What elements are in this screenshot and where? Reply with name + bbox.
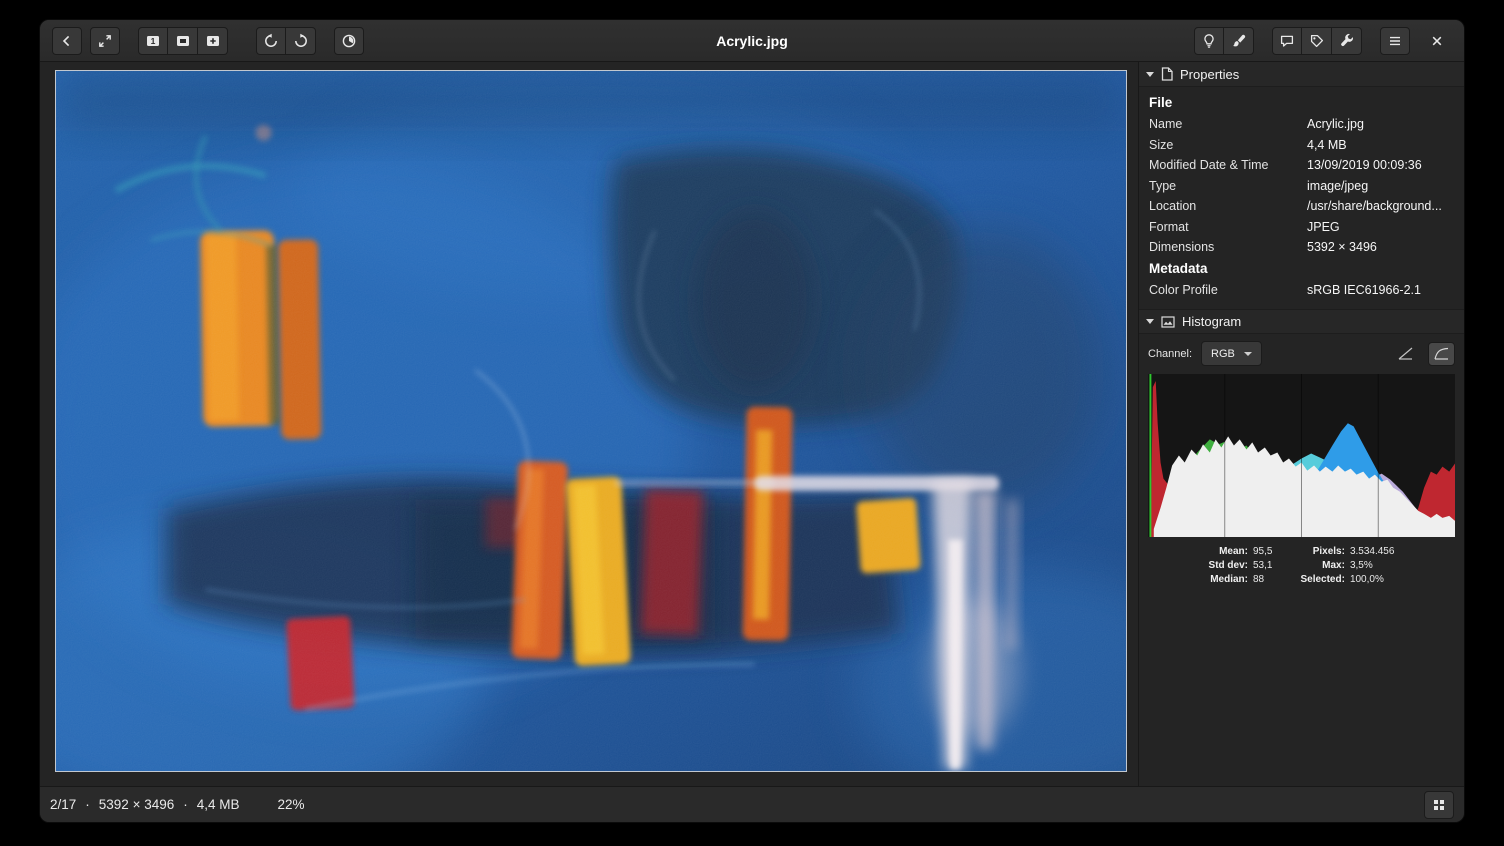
histogram-stats: Mean: 95,5 Std dev: 53,1 Median: 88 Pixe… [1139, 537, 1464, 595]
headerbar-left-group: 1 [52, 27, 364, 55]
properties-panel-title: Properties [1180, 67, 1239, 82]
channel-dropdown[interactable]: RGB [1201, 341, 1262, 366]
comment-button[interactable] [1272, 27, 1302, 55]
properties-panel-icon [1161, 67, 1173, 81]
fullscreen-button[interactable] [90, 27, 120, 55]
annotation-button-group [1272, 27, 1362, 55]
back-icon [59, 33, 75, 49]
zoom-level: 22% [278, 797, 305, 812]
zoom-original-button[interactable]: 1 [138, 27, 168, 55]
brush-icon [1231, 33, 1247, 49]
slideshow-button[interactable] [334, 27, 364, 55]
histogram-log-icon [1434, 347, 1449, 360]
image-viewer-window: 1 [40, 20, 1464, 822]
channel-dropdown-value: RGB [1211, 348, 1235, 360]
histogram-linear-icon [1398, 347, 1413, 360]
desktop-background: 1 [0, 0, 1504, 846]
zoom-fit-icon [175, 33, 191, 49]
prop-row-location: Location /usr/share/background... [1149, 196, 1454, 217]
expander-arrow-icon [1146, 72, 1154, 77]
prop-row-name: Name Acrylic.jpg [1149, 114, 1454, 135]
grid-view-icon [1431, 797, 1447, 813]
close-icon [1429, 33, 1445, 49]
menu-button[interactable] [1380, 27, 1410, 55]
properties-expander[interactable]: Properties [1139, 62, 1464, 87]
headerbar: 1 [40, 20, 1464, 62]
channel-label: Channel: [1148, 348, 1192, 360]
acrylic-painting-image [56, 71, 1126, 771]
hamburger-menu-icon [1387, 33, 1403, 49]
properties-sidebar: Properties File Name Acrylic.jpg Size 4,… [1138, 62, 1464, 786]
image-canvas[interactable] [55, 70, 1127, 772]
lightbulb-button[interactable] [1194, 27, 1224, 55]
zoom-fit-button[interactable] [168, 27, 198, 55]
chevron-down-icon [1244, 352, 1252, 356]
rotate-left-icon [263, 33, 279, 49]
image-position: 2/17 [50, 797, 76, 812]
histogram-channel-row: Channel: RGB [1139, 334, 1464, 371]
histogram-stats-right: Pixels: 3.534.456 Max: 3,5% Selected: 10… [1300, 546, 1394, 585]
histogram-panel-icon [1161, 316, 1175, 328]
rotate-left-button[interactable] [256, 27, 286, 55]
rotate-right-icon [293, 33, 309, 49]
expander-arrow-icon [1146, 319, 1154, 324]
prop-row-modified: Modified Date & Time 13/09/2019 00:09:36 [1149, 155, 1454, 176]
zoom-button-group: 1 [138, 27, 228, 55]
image-dimensions: 5392 × 3496 [99, 797, 174, 812]
fullscreen-icon [97, 33, 113, 49]
histogram-plot [1148, 374, 1455, 537]
window-title: Acrylic.jpg [716, 33, 788, 49]
properties-list: File Name Acrylic.jpg Size 4,4 MB Modifi… [1139, 87, 1464, 309]
wrench-icon [1339, 33, 1355, 49]
prop-row-dimensions: Dimensions 5392 × 3496 [1149, 237, 1454, 258]
zoom-in-icon [205, 33, 221, 49]
separator-dot: · [183, 797, 188, 812]
prop-row-size: Size 4,4 MB [1149, 135, 1454, 156]
headerbar-right-group [1194, 27, 1452, 55]
prop-row-type: Type image/jpeg [1149, 176, 1454, 197]
image-filesize: 4,4 MB [197, 797, 240, 812]
tag-icon [1309, 33, 1325, 49]
main-content: Properties File Name Acrylic.jpg Size 4,… [40, 62, 1464, 786]
prop-row-format: Format JPEG [1149, 217, 1454, 238]
back-button[interactable] [52, 27, 82, 55]
zoom-original-icon: 1 [145, 33, 161, 49]
lightbulb-icon [1201, 33, 1217, 49]
separator-dot: · [85, 797, 90, 812]
statusbar: 2/17 · 5392 × 3496 · 4,4 MB 22% [40, 786, 1464, 822]
prop-row-color-profile: Color Profile sRGB IEC61966-2.1 [1149, 280, 1454, 301]
histogram-linear-button[interactable] [1392, 342, 1419, 366]
rotate-button-group [256, 27, 316, 55]
histogram-panel-title: Histogram [1182, 314, 1241, 329]
zoom-in-button[interactable] [198, 27, 228, 55]
image-viewport [40, 62, 1138, 786]
svg-text:1: 1 [151, 36, 156, 46]
file-section-title: File [1149, 92, 1454, 114]
slideshow-icon [341, 33, 357, 49]
browser-view-button[interactable] [1424, 791, 1454, 819]
statusbar-info: 2/17 · 5392 × 3496 · 4,4 MB [50, 797, 240, 812]
edit-brush-button[interactable] [1224, 27, 1254, 55]
histogram-stats-left: Mean: 95,5 Std dev: 53,1 Median: 88 [1209, 546, 1273, 585]
tag-button[interactable] [1302, 27, 1332, 55]
comment-icon [1279, 33, 1295, 49]
tools-button[interactable] [1332, 27, 1362, 55]
rotate-right-button[interactable] [286, 27, 316, 55]
metadata-section-title: Metadata [1149, 258, 1454, 280]
close-button[interactable] [1422, 27, 1452, 55]
histogram-log-button[interactable] [1428, 342, 1455, 366]
adjust-button-group [1194, 27, 1254, 55]
histogram-expander[interactable]: Histogram [1139, 309, 1464, 334]
